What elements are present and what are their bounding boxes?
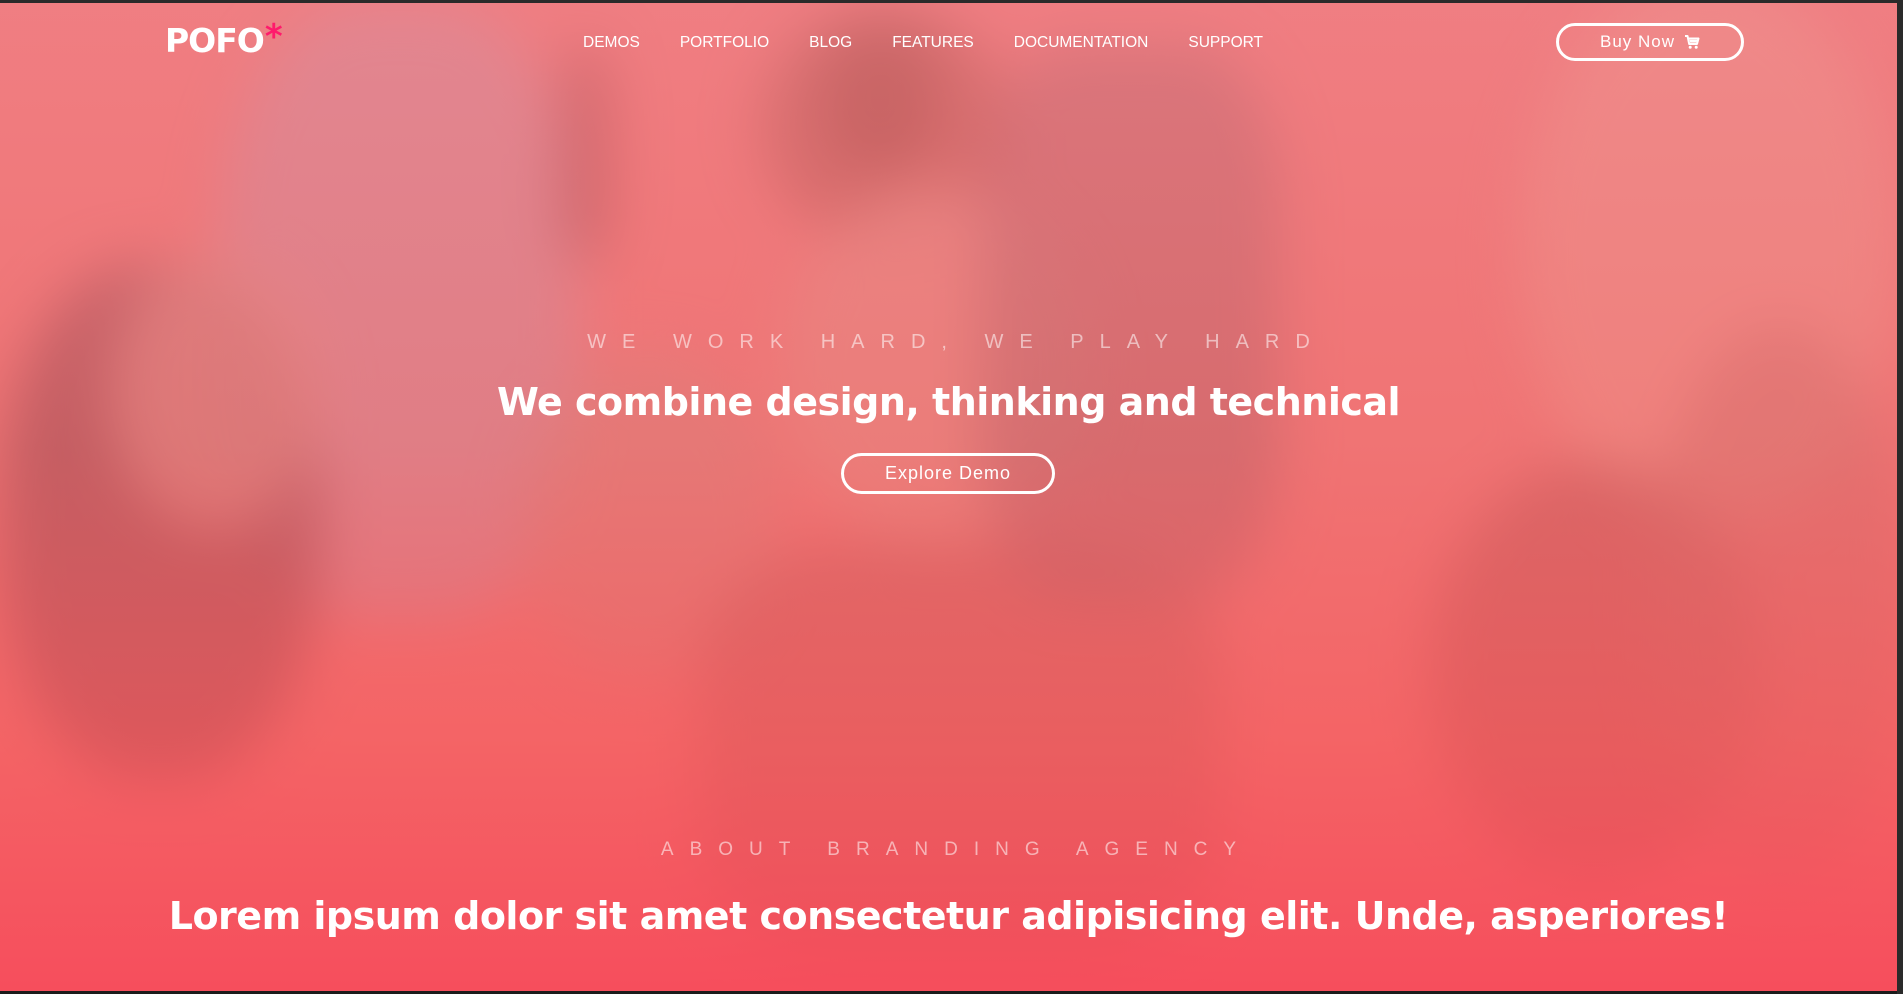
buy-now-button[interactable]: Buy Now: [1556, 23, 1744, 61]
site-logo[interactable]: POFO*: [165, 17, 283, 61]
hero-tagline: WE WORK HARD, WE PLAY HARD: [587, 331, 1326, 353]
buy-now-label: Buy Now: [1599, 32, 1676, 51]
hero-title: We combine design, thinking and technica…: [496, 380, 1401, 424]
landing-page: POFO* DEMOS PORTFOLIO BLOG FEATURES DOCU…: [0, 3, 1897, 991]
browser-viewport: POFO* DEMOS PORTFOLIO BLOG FEATURES DOCU…: [0, 0, 1903, 994]
nav-item-blog[interactable]: BLOG: [809, 31, 852, 55]
explore-demo-label: Explore Demo: [884, 463, 1012, 483]
nav-item-portfolio[interactable]: PORTFOLIO: [680, 31, 769, 55]
window-right-edge: [1897, 0, 1903, 994]
nav-item-features[interactable]: FEATURES: [892, 31, 974, 55]
main-nav: DEMOS PORTFOLIO BLOG FEATURES DOCUMENTAT…: [583, 31, 1263, 55]
logo-text: POFO: [165, 21, 265, 60]
logo-asterisk: *: [264, 17, 283, 57]
about-title: Lorem ipsum dolor sit amet consectetur a…: [168, 894, 1729, 938]
nav-item-support[interactable]: SUPPORT: [1188, 31, 1263, 55]
about-tagline: ABOUT BRANDING AGENCY: [660, 839, 1253, 860]
nav-item-demos[interactable]: DEMOS: [583, 31, 640, 55]
explore-demo-button[interactable]: Explore Demo: [841, 453, 1055, 494]
shopping-cart-icon: [1684, 34, 1700, 50]
nav-item-documentation[interactable]: DOCUMENTATION: [1014, 31, 1149, 55]
